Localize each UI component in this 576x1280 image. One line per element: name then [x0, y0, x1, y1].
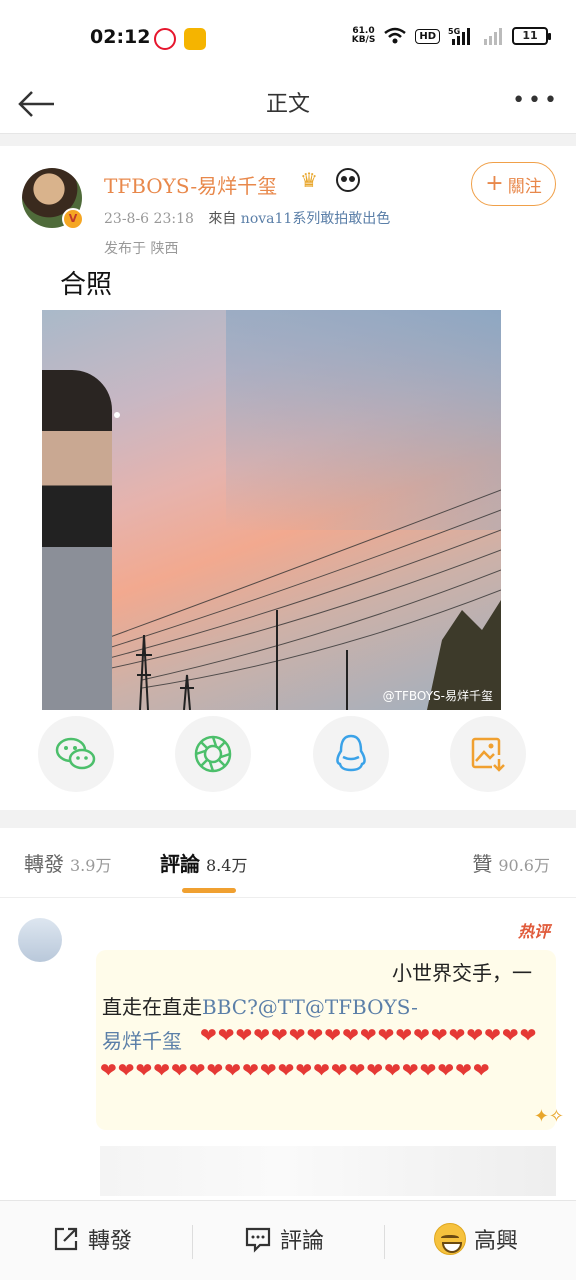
nav-bar: 正文 •••	[0, 76, 576, 134]
photo-watermark: @TFBOYS-易烊千玺	[382, 689, 493, 703]
like-button[interactable]: 高興	[434, 1223, 518, 1255]
repost-button[interactable]: 轉發	[52, 1223, 132, 1255]
post-timestamp: 23-8-6 23:18	[104, 211, 194, 227]
net-speed-unit: KB/S	[351, 35, 376, 45]
moments-share-button[interactable]	[175, 716, 251, 792]
signal-icon: 5G	[448, 27, 470, 45]
interaction-tabs: 轉發 3.9万 評論 8.4万 贊 90.6万	[0, 828, 576, 898]
wechat-share-button[interactable]	[38, 716, 114, 792]
post-source[interactable]: nova11系列敢拍敢出色	[241, 211, 391, 227]
signal-label: 5G	[448, 27, 460, 36]
save-image-icon	[471, 737, 505, 772]
commenter-avatar[interactable]	[18, 918, 62, 962]
tab-like-count: 90.6万	[498, 856, 550, 875]
share-row	[0, 712, 576, 798]
source-prefix: 來自	[208, 211, 237, 227]
post-photo[interactable]: @TFBOYS-易烊千玺	[42, 310, 501, 710]
divider	[384, 1225, 385, 1259]
tab-repost[interactable]: 轉發 3.9万	[24, 848, 111, 877]
happy-face-icon	[434, 1223, 466, 1255]
battery-icon: 11	[512, 27, 551, 45]
wechat-icon	[55, 737, 96, 770]
post-card: V TFBOYS-易烊千玺 ♛ 23-8-6 23:18 來自 nova11系列…	[0, 146, 576, 810]
post-location: 发布于 陕西	[104, 241, 179, 257]
next-comment-preview	[100, 1146, 556, 1196]
follow-button[interactable]: + 關注	[471, 162, 556, 206]
tab-like[interactable]: 贊 90.6万	[472, 848, 550, 877]
app-notification-icon	[184, 28, 206, 50]
active-tab-indicator	[182, 888, 236, 893]
save-image-button[interactable]	[450, 716, 526, 792]
hd-badge: HD	[415, 28, 440, 44]
tab-comment-count: 8.4万	[206, 856, 248, 875]
tab-comment[interactable]: 評論 8.4万	[160, 848, 247, 877]
crown-icon: ♛	[300, 168, 318, 192]
follow-label: 關注	[507, 176, 542, 197]
person-selfie	[42, 370, 112, 710]
comment-button[interactable]: 評論	[244, 1223, 324, 1255]
hot-comment-badge: 热评	[517, 922, 550, 941]
sparkle-sticker-icon: ✦✧	[533, 1106, 564, 1127]
tab-like-label: 贊	[472, 852, 493, 876]
repost-label: 轉發	[88, 1229, 133, 1254]
comment-icon	[245, 1227, 271, 1253]
status-icons: 61.0 KB/S HD 5G 11	[352, 26, 551, 46]
qq-icon	[336, 734, 366, 772]
like-label: 高興	[474, 1229, 519, 1254]
repost-icon	[54, 1227, 78, 1251]
comment-line-1: 小世界交手，一	[392, 961, 532, 985]
moments-icon	[194, 735, 232, 773]
tab-comment-label: 評論	[160, 852, 200, 876]
tab-repost-count: 3.9万	[70, 856, 112, 875]
comment-hearts: ❤❤❤❤❤❤❤❤❤❤❤❤❤❤❤❤❤❤❤❤❤❤❤❤❤❤❤❤❤❤❤❤❤❤❤❤❤❤❤❤…	[100, 1023, 538, 1082]
comment-line-2-prefix: 直走在直走	[102, 995, 202, 1019]
status-bar: 02:12 61.0 KB/S HD 5G 11	[0, 0, 576, 76]
page-title: 正文	[265, 92, 310, 117]
verified-badge-icon: V	[62, 208, 84, 230]
post-meta: 23-8-6 23:18 來自 nova11系列敢拍敢出色	[104, 208, 390, 228]
comment-mention[interactable]: BBC?@TT@TFBOYS-	[202, 995, 418, 1019]
divider	[192, 1225, 193, 1259]
qq-share-button[interactable]	[313, 716, 389, 792]
panda-icon	[336, 168, 360, 192]
more-dots-icon[interactable]: •••	[512, 90, 560, 112]
plus-icon: +	[485, 171, 504, 196]
weibo-notification-icon	[154, 28, 176, 50]
post-text: 合照	[60, 270, 113, 300]
bottom-action-bar: 轉發 評論 高興	[0, 1200, 576, 1280]
signal-2-icon	[484, 28, 502, 45]
tab-repost-label: 轉發	[24, 852, 64, 876]
comment-item[interactable]: 热评 小世界交手，一 直走在直走BBC?@TT@TFBOYS- 易烊千玺 ❤❤❤…	[0, 898, 576, 1200]
status-time: 02:12	[90, 26, 151, 48]
net-speed: 61.0 KB/S	[352, 27, 376, 45]
wifi-icon	[384, 27, 407, 44]
comment-label: 評論	[280, 1229, 325, 1254]
username[interactable]: TFBOYS-易烊千玺	[104, 170, 277, 199]
